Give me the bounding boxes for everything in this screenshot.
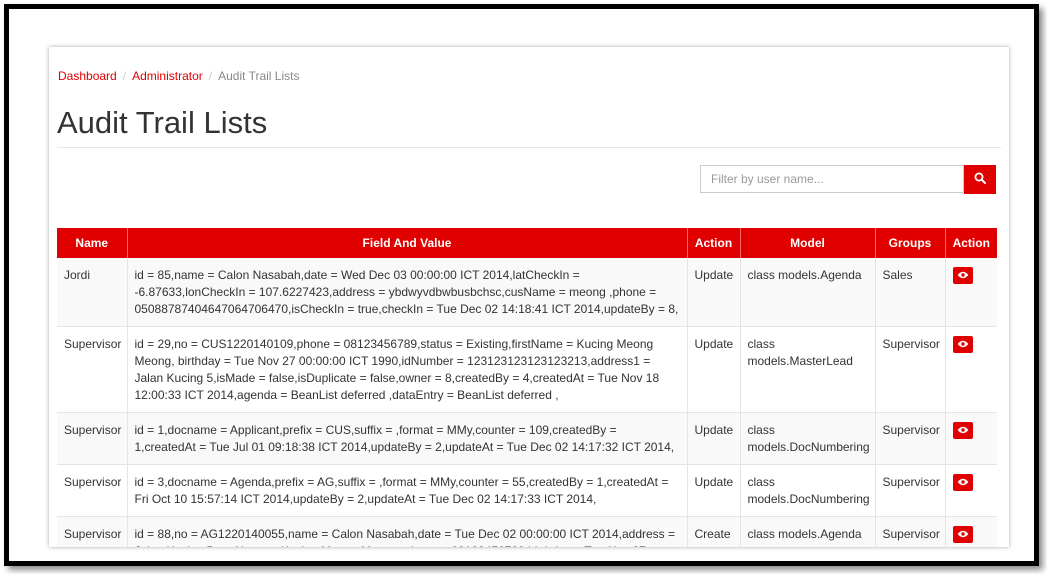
cell-name: Supervisor — [57, 464, 128, 517]
column-header-action: Action — [687, 228, 741, 258]
cell-action: Update — [687, 464, 741, 517]
cell-group: Sales — [875, 258, 946, 327]
search-button[interactable] — [964, 165, 996, 194]
filter-user-input[interactable] — [700, 165, 964, 193]
breadcrumb-separator: / — [208, 69, 213, 83]
cell-action: Update — [687, 412, 741, 465]
view-button[interactable] — [952, 336, 973, 353]
cell-group: Supervisor — [875, 516, 946, 547]
cell-view — [945, 516, 997, 547]
table-row: Supervisor id = 3,docname = Agenda,prefi… — [57, 464, 997, 517]
cell-group: Supervisor — [875, 412, 946, 465]
cell-action: Create — [687, 516, 741, 547]
cell-field-value: id = 3,docname = Agenda,prefix = AG,suff… — [127, 464, 688, 517]
breadcrumb-separator: / — [122, 69, 127, 83]
view-button[interactable] — [952, 422, 973, 439]
column-header-name: Name — [57, 228, 128, 258]
table-row: Jordi id = 85,name = Calon Nasabah,date … — [57, 258, 997, 327]
table-row: Supervisor id = 88,no = AG1220140055,nam… — [57, 516, 997, 547]
cell-group: Supervisor — [875, 326, 946, 413]
column-header-groups: Groups — [875, 228, 946, 258]
cell-group: Supervisor — [875, 464, 946, 517]
cell-name: Jordi — [57, 258, 128, 327]
cell-field-value: id = 1,docname = Applicant,prefix = CUS,… — [127, 412, 688, 465]
cell-view — [945, 326, 997, 413]
breadcrumb: Dashboard / Administrator / Audit Trail List… — [58, 69, 299, 83]
breadcrumb-current: Audit Trail Lists — [218, 69, 300, 83]
eye-icon — [957, 336, 969, 353]
eye-icon — [957, 422, 969, 439]
cell-name: Supervisor — [57, 516, 128, 547]
cell-view — [945, 258, 997, 327]
cell-model: class models.DocNumbering — [740, 412, 876, 465]
eye-icon — [957, 526, 969, 543]
eye-icon — [957, 267, 969, 284]
cell-field-value: id = 88,no = AG1220140055,name = Calon N… — [127, 516, 688, 547]
cell-field-value: id = 29,no = CUS1220140109,phone = 08123… — [127, 326, 688, 413]
cell-action: Update — [687, 258, 741, 327]
cell-model: class models.MasterLead — [740, 326, 876, 413]
table-row: Supervisor id = 29,no = CUS1220140109,ph… — [57, 326, 997, 413]
eye-icon — [957, 474, 969, 491]
cell-model: class models.DocNumbering — [740, 464, 876, 517]
page-title: Audit Trail Lists — [57, 105, 268, 140]
breadcrumb-administrator-link[interactable]: Administrator — [132, 69, 203, 83]
breadcrumb-dashboard-link[interactable]: Dashboard — [58, 69, 117, 83]
title-divider — [57, 147, 1001, 148]
audit-trail-table: Name Field And Value Action Model Groups… — [57, 228, 997, 547]
cell-model: class models.Agenda — [740, 516, 876, 547]
column-header-field-and-value: Field And Value — [127, 228, 688, 258]
cell-model: class models.Agenda — [740, 258, 876, 327]
cell-field-value: id = 85,name = Calon Nasabah,date = Wed … — [127, 258, 688, 327]
view-button[interactable] — [952, 526, 973, 543]
column-header-model: Model — [740, 228, 876, 258]
cell-view — [945, 412, 997, 465]
cell-action: Update — [687, 326, 741, 413]
search-icon — [974, 172, 986, 187]
cell-name: Supervisor — [57, 412, 128, 465]
cell-name: Supervisor — [57, 326, 128, 413]
content-panel: Dashboard / Administrator / Audit Trail List… — [49, 47, 1009, 547]
view-button[interactable] — [952, 474, 973, 491]
view-button[interactable] — [952, 267, 973, 284]
cell-view — [945, 464, 997, 517]
column-header-row-action: Action — [945, 228, 997, 258]
screenshot-frame: Dashboard / Administrator / Audit Trail List… — [4, 4, 1039, 566]
table-header-row: Name Field And Value Action Model Groups… — [57, 228, 997, 258]
table-row: Supervisor id = 1,docname = Applicant,pr… — [57, 412, 997, 465]
